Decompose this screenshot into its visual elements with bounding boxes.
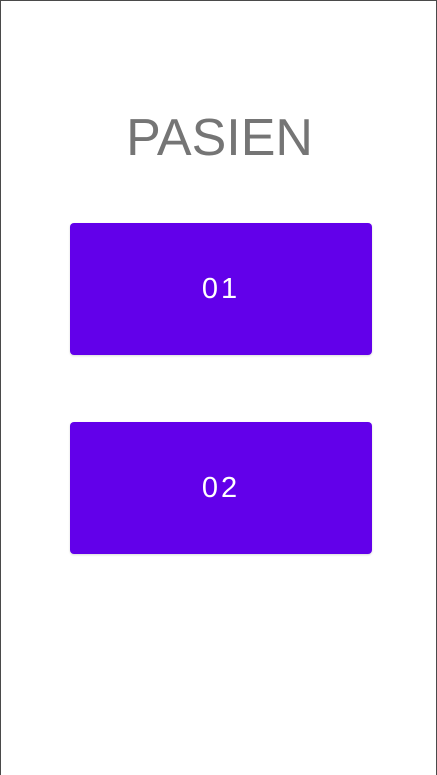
app-screen: PASIEN 01 02 [0, 0, 437, 775]
patient-01-button[interactable]: 01 [70, 223, 372, 355]
patient-01-button-label: 01 [201, 272, 241, 305]
patient-02-button-label: 02 [201, 471, 241, 504]
page-title: PASIEN [126, 109, 313, 167]
patient-02-button[interactable]: 02 [70, 422, 372, 554]
